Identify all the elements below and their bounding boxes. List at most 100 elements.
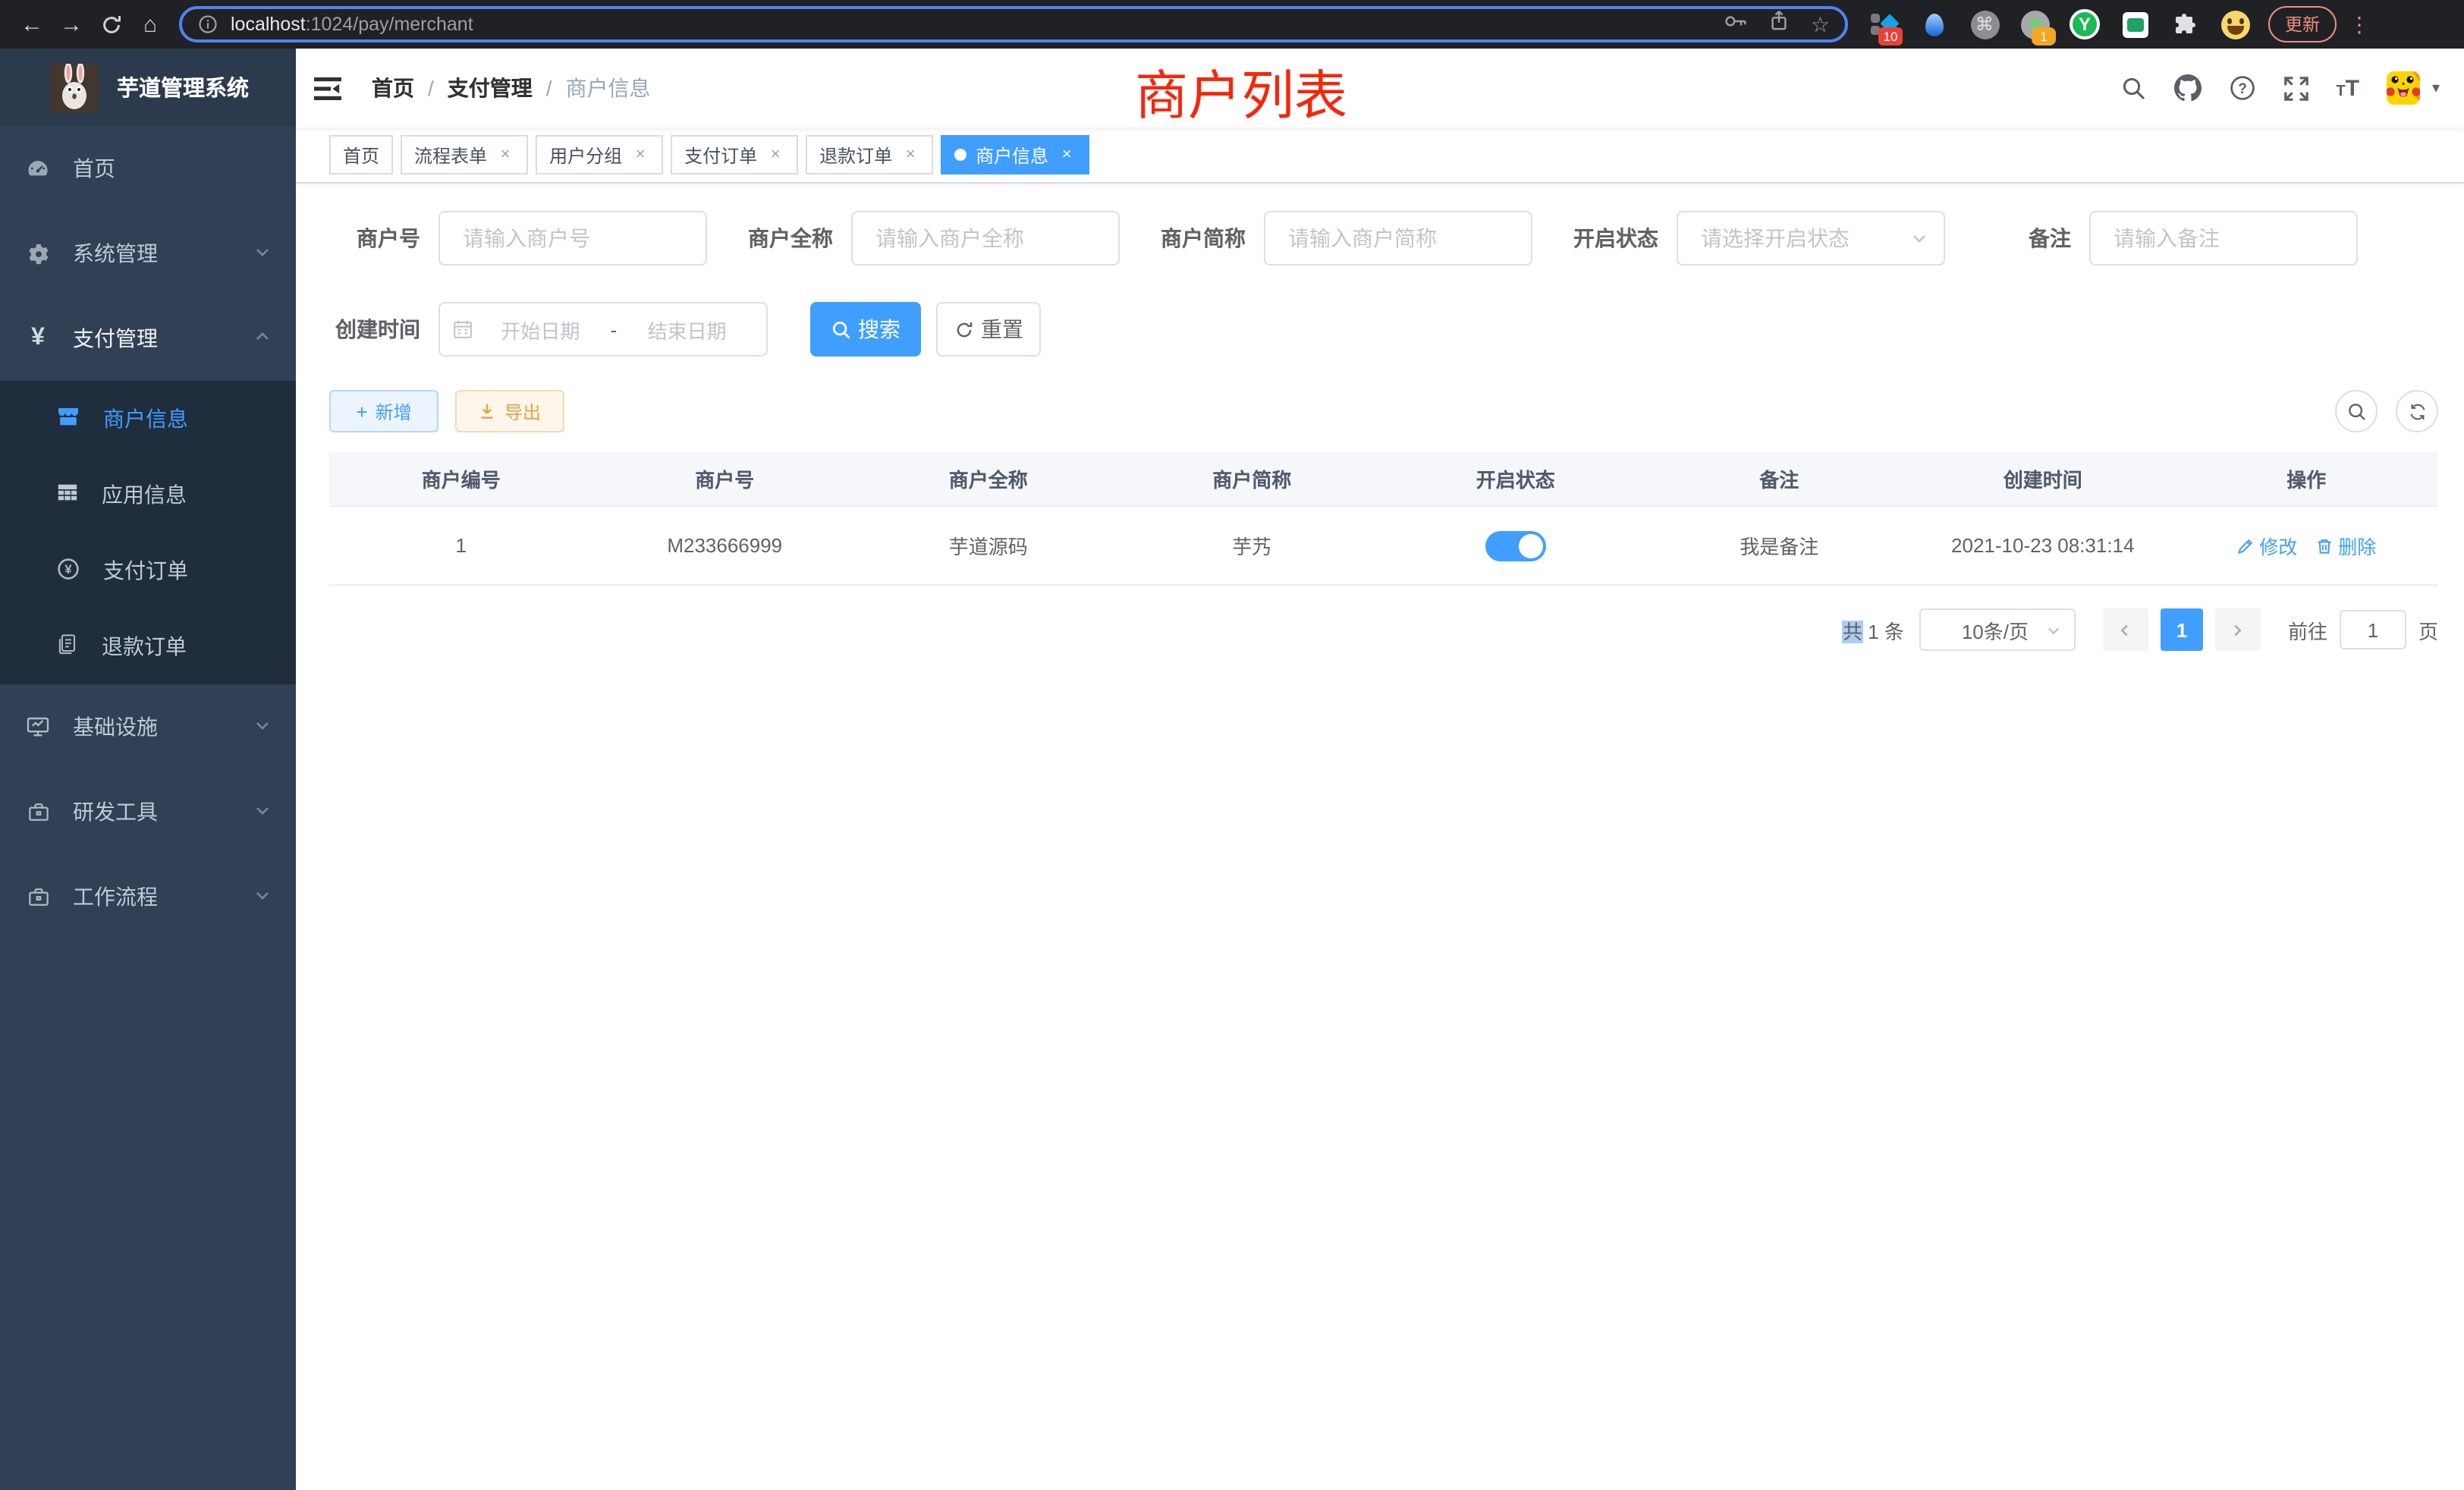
breadcrumb-payment[interactable]: 支付管理 — [448, 73, 533, 103]
url-bar[interactable]: localhost:1024/pay/merchant ☆ — [179, 6, 1848, 42]
page-size-select[interactable]: 10条/页 — [1919, 608, 2076, 651]
browser-back-button[interactable]: ← — [12, 5, 52, 44]
fullscreen-icon[interactable] — [2283, 75, 2308, 101]
export-button[interactable]: 导出 — [455, 390, 564, 432]
browser-menu-icon[interactable]: ⋮ — [2349, 11, 2370, 37]
sidebar-item-label: 首页 — [73, 153, 272, 184]
cell-full-name: 芋道源码 — [856, 507, 1120, 584]
add-button-label: 新增 — [376, 398, 412, 424]
close-icon[interactable]: × — [496, 146, 514, 164]
chevron-left-icon — [2117, 621, 2134, 638]
site-info-icon[interactable] — [197, 14, 218, 35]
extension-badge: 1 — [2032, 27, 2056, 46]
browser-reload-button[interactable] — [91, 5, 130, 44]
breadcrumb-separator: / — [546, 76, 552, 100]
extension-recorder-icon[interactable]: 1 — [2019, 9, 2050, 39]
toggle-knob — [1519, 533, 1543, 558]
url-text[interactable]: localhost:1024/pay/merchant — [231, 14, 1724, 35]
close-icon[interactable]: × — [1058, 146, 1076, 164]
refresh-table-button[interactable] — [2396, 390, 2438, 432]
extension-y-icon[interactable]: Y — [2070, 9, 2100, 39]
extension-badge: 10 — [1878, 27, 1903, 46]
chevron-down-icon — [253, 241, 272, 266]
reset-button[interactable]: 重置 — [936, 302, 1041, 357]
font-size-icon[interactable]: TT — [2336, 77, 2359, 99]
field-label: 备注 — [1980, 223, 2089, 253]
filter-create-time: 创建时间 开始日期 - 结束日期 — [329, 302, 768, 357]
filter-row-2: 创建时间 开始日期 - 结束日期 搜索 重置 — [329, 302, 2438, 357]
pagination: 共 1 条 10条/页 1 前往 — [329, 608, 2438, 651]
sidebar-item-label: 研发工具 — [73, 797, 253, 827]
sidebar-item-label: 工作流程 — [73, 882, 253, 912]
extension-diamond-icon[interactable]: 10 — [1869, 9, 1900, 39]
close-icon[interactable]: × — [766, 146, 784, 164]
jump-page-input[interactable] — [2340, 610, 2406, 649]
extension-command-icon[interactable]: ⌘ — [1969, 9, 2000, 39]
search-button-label: 搜索 — [858, 314, 900, 344]
full-name-input[interactable] — [851, 211, 1120, 266]
field-label: 商户简称 — [1155, 223, 1264, 253]
tab-merchant-info[interactable]: 商户信息 × — [941, 135, 1089, 174]
prev-page-button[interactable] — [2103, 608, 2148, 651]
sidebar-item-home[interactable]: 首页 — [0, 126, 296, 211]
github-icon[interactable] — [2173, 74, 2201, 102]
cell-actions: 修改 删除 — [2175, 507, 2439, 584]
chevron-down-icon — [253, 715, 272, 739]
tab-pay-order[interactable]: 支付订单 × — [671, 135, 798, 174]
edit-link[interactable]: 修改 — [2236, 531, 2297, 560]
bookmark-star-icon[interactable]: ☆ — [1811, 11, 1830, 37]
start-date-placeholder: 开始日期 — [473, 315, 608, 344]
sidebar-item-infrastructure[interactable]: 基础设施 — [0, 684, 296, 769]
sidebar-item-pay-order[interactable]: ¥ 支付订单 — [0, 533, 296, 608]
tab-home[interactable]: 首页 — [329, 135, 393, 174]
next-page-button[interactable] — [2215, 608, 2261, 651]
status-toggle[interactable] — [1485, 530, 1546, 561]
user-avatar[interactable] — [2387, 71, 2420, 105]
sidebar-collapse-icon[interactable] — [311, 71, 344, 105]
table-mini-tools — [2335, 390, 2438, 432]
tab-process-form[interactable]: 流程表单 × — [401, 135, 528, 174]
sidebar-item-dev-tools[interactable]: 研发工具 — [0, 769, 296, 854]
short-name-input[interactable] — [1264, 211, 1532, 266]
yen-circle-icon: ¥ — [56, 556, 80, 585]
page-size-value: 10条/页 — [1945, 615, 2045, 644]
refresh-icon — [954, 319, 973, 339]
delete-link[interactable]: 删除 — [2315, 531, 2376, 560]
pagination-total: 共 1 条 — [1843, 615, 1904, 644]
sidebar-item-merchant-info[interactable]: 商户信息 — [0, 381, 296, 457]
sidebar-item-refund-order[interactable]: 退款订单 — [0, 608, 296, 684]
gear-icon — [26, 242, 50, 265]
page-number-button[interactable]: 1 — [2161, 608, 2203, 651]
help-icon[interactable]: ? — [2228, 74, 2255, 102]
close-icon[interactable]: × — [631, 146, 649, 164]
column-header: 开启状态 — [1384, 452, 1648, 505]
browser-forward-button[interactable]: → — [52, 5, 91, 44]
tab-user-group[interactable]: 用户分组 × — [536, 135, 663, 174]
show-search-toggle-button[interactable] — [2335, 390, 2378, 432]
search-button[interactable]: 搜索 — [810, 302, 921, 357]
status-select[interactable]: 请选择开启状态 — [1677, 211, 1945, 266]
share-icon[interactable] — [1770, 9, 1790, 39]
create-time-range-picker[interactable]: 开始日期 - 结束日期 — [438, 302, 768, 357]
merchant-no-input[interactable] — [438, 211, 707, 266]
breadcrumb-home[interactable]: 首页 — [372, 73, 414, 103]
extension-emoji-icon[interactable] — [2220, 9, 2250, 39]
chevron-down-icon — [253, 885, 272, 909]
browser-update-button[interactable]: 更新 — [2268, 6, 2337, 42]
tab-refund-order[interactable]: 退款订单 × — [806, 135, 933, 174]
search-icon[interactable] — [2120, 75, 2146, 101]
sidebar-item-app-info[interactable]: 应用信息 — [0, 457, 296, 533]
sidebar-item-system[interactable]: 系统管理 — [0, 211, 296, 296]
add-button[interactable]: + 新增 — [329, 390, 438, 432]
browser-home-button[interactable]: ⌂ — [130, 5, 170, 44]
password-key-icon[interactable] — [1724, 10, 1749, 39]
extension-balloon-icon[interactable] — [1919, 9, 1950, 39]
extensions-puzzle-icon[interactable] — [2170, 9, 2200, 39]
remark-input[interactable] — [2089, 211, 2358, 266]
sidebar-item-payment[interactable]: ¥ 支付管理 — [0, 296, 296, 381]
extension-icons: 10 ⌘ 1 Y — [1869, 9, 2250, 39]
close-icon[interactable]: × — [901, 146, 919, 164]
sidebar-item-workflow[interactable]: 工作流程 — [0, 854, 296, 939]
extension-chat-icon[interactable] — [2120, 9, 2150, 39]
chevron-down-icon[interactable]: ▾ — [2432, 80, 2440, 96]
